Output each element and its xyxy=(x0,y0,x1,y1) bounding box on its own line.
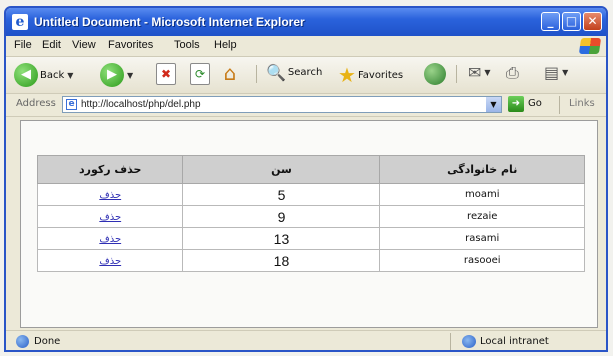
address-bar: Address e http://localhost/php/del.php ▼… xyxy=(6,94,606,117)
header-delete-record: حذف رکورد xyxy=(36,155,184,184)
refresh-button[interactable]: ⟳ xyxy=(190,63,210,85)
print-button[interactable]: ⎙ xyxy=(506,63,519,83)
delete-cell: حذف xyxy=(36,183,184,206)
page-status-icon xyxy=(16,335,29,348)
status-separator xyxy=(450,333,451,350)
delete-link[interactable]: حذف xyxy=(99,212,121,223)
go-button[interactable]: Go xyxy=(528,98,542,109)
printer-icon: ⎙ xyxy=(506,63,519,82)
mail-icon: ✉ xyxy=(468,63,482,82)
media-icon xyxy=(424,63,446,85)
table-row: حذف 9 rezaie xyxy=(36,205,585,228)
header-age: سن xyxy=(182,155,381,184)
home-icon: ⌂ xyxy=(223,61,237,85)
delete-cell: حذف xyxy=(36,227,184,250)
star-icon: ★ xyxy=(338,63,356,87)
age-cell: 18 xyxy=(182,249,381,272)
windows-flag-icon xyxy=(578,38,602,54)
forward-arrow-icon: ▶ xyxy=(100,63,124,87)
toolbar-separator xyxy=(456,65,457,83)
address-separator xyxy=(559,96,560,114)
back-button[interactable]: ◀ Back ▼ xyxy=(14,63,73,87)
name-cell: rasami xyxy=(379,227,585,250)
address-label: Address xyxy=(16,98,56,109)
browser-window: e Untitled Document - Microsoft Internet… xyxy=(4,6,608,352)
delete-link[interactable]: حذف xyxy=(99,190,121,201)
records-table: حذف رکورد سن نام خانوادگی حذف 5 moami حذ… xyxy=(36,155,585,272)
address-input[interactable]: e http://localhost/php/del.php ▼ xyxy=(62,96,502,113)
edit-button[interactable]: ▤ ▼ xyxy=(544,63,568,82)
maximize-button[interactable]: □ xyxy=(562,12,581,31)
globe-icon xyxy=(462,335,476,348)
toolbar: ◀ Back ▼ ▶ ▼ ✖ ⟳ ⌂ 🔍 Search ★ Favorites ✉ ▼ ⎙ xyxy=(6,57,606,94)
ie-logo-icon: e xyxy=(12,14,28,30)
name-cell: rasooei xyxy=(379,249,585,272)
edit-icon: ▤ xyxy=(544,63,560,82)
age-cell: 13 xyxy=(182,227,381,250)
forward-button[interactable]: ▶ ▼ xyxy=(100,63,133,87)
menu-bar: File Edit View Favorites Tools Help xyxy=(6,36,606,57)
delete-link[interactable]: حذف xyxy=(99,256,121,267)
refresh-icon: ⟳ xyxy=(190,63,210,85)
close-button[interactable]: ✕ xyxy=(583,12,602,31)
menu-view[interactable]: View xyxy=(72,39,96,51)
delete-link[interactable]: حذف xyxy=(99,234,121,245)
address-url[interactable]: http://localhost/php/del.php xyxy=(81,97,201,112)
stop-button[interactable]: ✖ xyxy=(156,63,176,85)
media-button[interactable] xyxy=(424,63,446,85)
favorites-button[interactable]: ★ Favorites xyxy=(338,63,403,87)
search-label: Search xyxy=(287,67,323,78)
menu-tools[interactable]: Tools xyxy=(174,39,200,51)
delete-cell: حذف xyxy=(36,205,184,228)
table-row: حذف 13 rasami xyxy=(36,227,585,250)
title-bar[interactable]: e Untitled Document - Microsoft Internet… xyxy=(6,8,606,36)
minimize-button[interactable]: _ xyxy=(541,12,560,31)
delete-cell: حذف xyxy=(36,249,184,272)
header-last-name: نام خانوادگی xyxy=(379,155,585,184)
age-cell: 9 xyxy=(182,205,381,228)
name-cell: moami xyxy=(379,183,585,206)
security-zone: Local intranet xyxy=(480,336,549,347)
toolbar-separator xyxy=(256,65,257,83)
go-arrow-icon[interactable]: ➜ xyxy=(508,96,524,112)
menu-help[interactable]: Help xyxy=(214,39,237,51)
page-icon: e xyxy=(66,99,77,110)
menu-favorites[interactable]: Favorites xyxy=(108,39,153,51)
age-cell: 5 xyxy=(182,183,381,206)
home-button[interactable]: ⌂ xyxy=(220,63,240,85)
favorites-label: Favorites xyxy=(357,69,404,81)
chevron-down-icon[interactable]: ▼ xyxy=(562,68,568,77)
status-bar: Done Local intranet xyxy=(6,330,606,350)
status-text: Done xyxy=(34,336,61,347)
chevron-down-icon[interactable]: ▼ xyxy=(484,68,490,77)
back-label: Back xyxy=(40,69,65,81)
mail-button[interactable]: ✉ ▼ xyxy=(468,63,491,82)
menu-file[interactable]: File xyxy=(14,39,32,51)
table-header-row: حذف رکورد سن نام خانوادگی xyxy=(36,155,585,184)
window-title: Untitled Document - Microsoft Internet E… xyxy=(34,15,305,29)
back-arrow-icon: ◀ xyxy=(14,63,38,87)
chevron-down-icon[interactable]: ▼ xyxy=(67,71,73,80)
chevron-down-icon[interactable]: ▼ xyxy=(486,97,501,112)
table-row: حذف 18 rasooei xyxy=(36,249,585,272)
name-cell: rezaie xyxy=(379,205,585,228)
search-icon: 🔍 xyxy=(266,63,286,82)
page-content: حذف رکورد سن نام خانوادگی حذف 5 moami حذ… xyxy=(20,120,598,328)
table-row: حذف 5 moami xyxy=(36,183,585,206)
menu-edit[interactable]: Edit xyxy=(42,39,61,51)
chevron-down-icon[interactable]: ▼ xyxy=(127,71,133,80)
links-button[interactable]: Links xyxy=(569,98,595,109)
search-button[interactable]: 🔍 Search xyxy=(266,63,322,82)
stop-icon: ✖ xyxy=(156,63,176,85)
